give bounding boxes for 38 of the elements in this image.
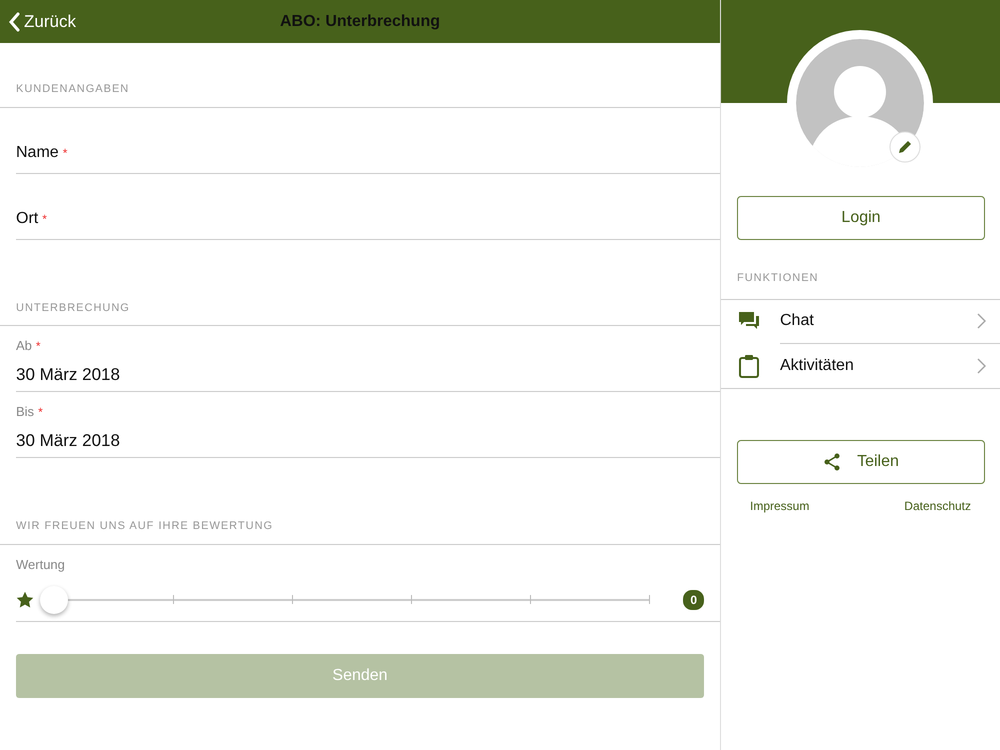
menu-label: Aktivitäten <box>780 356 855 376</box>
section-heading: WIR FREUEN UNS AUF IHRE BEWERTUNG <box>16 520 274 532</box>
section-heading: KUNDENANGABEN <box>16 83 130 95</box>
menu-label: Chat <box>780 311 815 331</box>
edit-button[interactable] <box>889 131 921 163</box>
share-button[interactable]: Teilen <box>737 440 985 484</box>
field-label: Bis <box>16 404 34 419</box>
star-icon <box>16 591 34 609</box>
menu-item[interactable]: Aktivitäten <box>721 344 1000 388</box>
rating-count: 0 <box>683 590 704 610</box>
chevron-icon <box>977 358 986 374</box>
back-link[interactable]: Zurück <box>8 0 76 43</box>
required-mark: * <box>42 212 47 226</box>
required-mark: * <box>36 339 41 353</box>
date-value: 30 März 2018 <box>16 430 121 452</box>
text-field[interactable]: Ort * <box>16 174 720 240</box>
date-field[interactable]: Bis * 30 März 2018 <box>16 392 720 458</box>
required-mark: * <box>38 405 43 419</box>
section-heading: FUNKTIONEN <box>737 272 818 284</box>
page-title: ABO: Unterbrechung <box>280 13 440 30</box>
field-label: Ab <box>16 338 32 353</box>
footer-link[interactable]: Datenschutz <box>904 496 971 514</box>
date-value: 30 März 2018 <box>16 364 121 386</box>
field-label: Ort <box>16 210 38 226</box>
clipboard-icon <box>738 354 761 378</box>
slider-thumb[interactable] <box>40 586 68 614</box>
login-button[interactable]: Login <box>737 196 985 240</box>
field-label: Name <box>16 144 59 160</box>
required-mark: * <box>62 146 68 160</box>
text-field[interactable]: Name * <box>16 108 720 174</box>
field-label: Wertung <box>16 556 66 574</box>
footer-link[interactable]: Impressum <box>750 496 810 514</box>
share-icon <box>823 452 842 470</box>
back-icon <box>8 12 20 32</box>
section-heading: UNTERBRECHUNG <box>16 302 130 314</box>
date-field[interactable]: Ab * 30 März 2018 <box>16 326 720 392</box>
menu-item[interactable]: Chat <box>721 300 1000 344</box>
chevron-icon <box>977 313 986 329</box>
